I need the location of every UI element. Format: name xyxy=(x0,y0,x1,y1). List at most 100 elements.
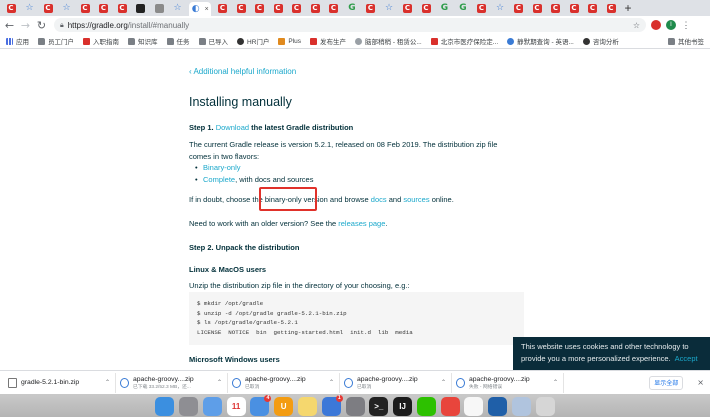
complete-link[interactable]: Complete xyxy=(203,175,235,184)
browser-tab[interactable]: ◐ × xyxy=(189,2,211,16)
download-item[interactable]: apache-groovy....zip 失败 - 网络错误 ⌃ xyxy=(452,372,564,393)
browser-tab[interactable]: G xyxy=(456,2,470,14)
download-item[interactable]: gradle-5.2.1-bin.zip ⌃ xyxy=(4,372,116,393)
chevron-up-icon[interactable]: ⌃ xyxy=(105,379,110,386)
download-item[interactable]: apache-groovy....zip 已取消 ⌃ xyxy=(340,372,452,393)
qq-browser-icon[interactable]: 4 xyxy=(250,395,272,416)
mindnode-icon[interactable]: 1 xyxy=(321,395,343,416)
releases-page-link[interactable]: releases page xyxy=(338,219,385,228)
safari-icon[interactable] xyxy=(202,397,222,416)
bookmark-item[interactable]: 知识库 xyxy=(128,36,158,46)
browser-tab[interactable]: C xyxy=(97,2,111,14)
menu-icon[interactable]: ⋮ xyxy=(681,20,691,30)
download-item[interactable]: apache-groovy....zip 已下载 33.2/52.3 MB，还..… xyxy=(116,372,228,393)
virtualbox-icon[interactable] xyxy=(488,397,508,416)
browser-tab[interactable]: ☆ xyxy=(493,2,507,14)
bookmark-item[interactable]: 静默期查询 - 英语... xyxy=(507,36,574,46)
bookmark-item[interactable]: 任务 xyxy=(166,36,190,46)
browser-tab[interactable]: C xyxy=(530,2,544,14)
browser-tab[interactable]: C xyxy=(253,2,267,14)
tab-favicon-icon: C xyxy=(255,3,264,13)
bookmark-item[interactable]: 入职指南 xyxy=(83,36,119,46)
browser-tab[interactable]: ☆ xyxy=(23,2,37,14)
chrome-icon[interactable] xyxy=(440,397,460,416)
url-text[interactable]: https://gradle.org/install/#manually xyxy=(68,21,189,30)
browser-tab[interactable]: C xyxy=(234,2,248,14)
reload-icon[interactable]: ↻ xyxy=(35,19,48,32)
step2-heading: Step 2. Unpack the distribution xyxy=(189,243,300,252)
bookmark-label: 员工门户 xyxy=(48,39,74,46)
bookmark-item[interactable]: 咨询分析 xyxy=(582,36,619,46)
browser-tab[interactable]: C xyxy=(271,2,285,14)
browser-tab[interactable]: C xyxy=(419,2,433,14)
browser-tab[interactable]: C xyxy=(475,2,489,14)
address-bar[interactable]: 🔒︎ https://gradle.org/install/#manually … xyxy=(54,18,646,32)
browser-tab[interactable]: C xyxy=(78,2,92,14)
trash-icon[interactable] xyxy=(535,397,555,416)
browser-tab[interactable]: C xyxy=(549,2,563,14)
bookmark-star-icon[interactable]: ☆ xyxy=(633,21,640,30)
wechat-icon[interactable] xyxy=(416,397,436,416)
notes-icon[interactable] xyxy=(297,397,317,416)
other-bookmarks[interactable]: 其他书签 xyxy=(668,36,704,46)
browser-tab[interactable] xyxy=(134,2,148,14)
browser-tab[interactable]: G xyxy=(345,2,359,14)
browser-tab[interactable] xyxy=(152,2,166,14)
browser-tab[interactable]: C xyxy=(512,2,526,14)
browser-tab[interactable]: C xyxy=(401,2,415,14)
chevron-up-icon[interactable]: ⌃ xyxy=(217,379,222,386)
show-all-downloads-button[interactable]: 显示全部 xyxy=(649,375,684,390)
browser-tab[interactable]: C xyxy=(308,2,322,14)
ultraedit-icon[interactable]: U xyxy=(274,397,294,416)
finder-icon[interactable] xyxy=(155,397,175,416)
terminal-icon[interactable]: >_ xyxy=(369,397,389,416)
browser-tab[interactable]: C xyxy=(41,2,55,14)
forward-arrow-icon[interactable]: → xyxy=(19,19,32,32)
binary-only-link[interactable]: Binary-only xyxy=(203,163,241,172)
qq-icon[interactable] xyxy=(464,397,484,416)
close-tab-icon[interactable]: × xyxy=(205,6,209,13)
browser-tab[interactable]: C xyxy=(586,2,600,14)
accept-button[interactable]: Accept xyxy=(675,354,698,363)
bookmark-item[interactable]: 应用 xyxy=(6,36,29,46)
browser-tab[interactable]: ☆ xyxy=(60,2,74,14)
bookmark-item[interactable]: HR门户 xyxy=(237,36,269,46)
calendar-icon[interactable]: 11 xyxy=(226,397,246,416)
bookmark-item[interactable]: Plus xyxy=(278,37,301,45)
download-item[interactable]: apache-groovy....zip 已取消 ⌃ xyxy=(228,372,340,393)
bookmark-item[interactable]: 员工门户 xyxy=(38,36,74,46)
tab-favicon-icon: ☆ xyxy=(495,2,505,13)
launchpad-icon[interactable] xyxy=(179,397,199,416)
back-arrow-icon[interactable]: ← xyxy=(3,19,16,32)
system-prefs-icon[interactable] xyxy=(345,397,365,416)
browser-tab[interactable]: C xyxy=(290,2,304,14)
browser-tab[interactable]: ☆ xyxy=(382,2,396,14)
bookmark-item[interactable]: 北京市医疗保险定... xyxy=(430,36,498,46)
tab-favicon-icon: ☆ xyxy=(384,2,394,13)
browser-tab[interactable]: C xyxy=(115,2,129,14)
browser-tab[interactable]: C xyxy=(604,2,618,14)
intellij-icon[interactable]: IJ xyxy=(393,397,413,416)
new-tab-button[interactable]: + xyxy=(625,1,632,15)
bookmark-item[interactable]: 发布生产 xyxy=(310,36,346,46)
sources-link[interactable]: sources xyxy=(403,195,429,204)
browser-tab[interactable]: G xyxy=(438,2,452,14)
profile-avatar[interactable]: I xyxy=(666,20,676,30)
browser-tab[interactable]: C xyxy=(364,2,378,14)
chevron-up-icon[interactable]: ⌃ xyxy=(553,379,558,386)
browser-tab[interactable]: C xyxy=(327,2,341,14)
additional-info-link[interactable]: ‹ Additional helpful information xyxy=(189,67,296,76)
docs-link[interactable]: docs xyxy=(371,195,387,204)
bookmark-item[interactable]: 脑部稍稍 - 租赁公... xyxy=(355,36,422,46)
chevron-up-icon[interactable]: ⌃ xyxy=(441,379,446,386)
browser-tab[interactable]: C xyxy=(216,2,230,14)
browser-tab[interactable]: ☆ xyxy=(171,2,185,14)
extension-icon[interactable] xyxy=(651,20,661,30)
close-icon[interactable]: × xyxy=(697,378,704,387)
bookmark-item[interactable]: 已导入 xyxy=(198,36,228,46)
chevron-up-icon[interactable]: ⌃ xyxy=(329,379,334,386)
browser-tab[interactable]: C xyxy=(567,2,581,14)
download-link[interactable]: Download xyxy=(216,123,249,132)
browser-tab[interactable]: C xyxy=(4,2,18,14)
preview-icon[interactable] xyxy=(511,397,531,416)
